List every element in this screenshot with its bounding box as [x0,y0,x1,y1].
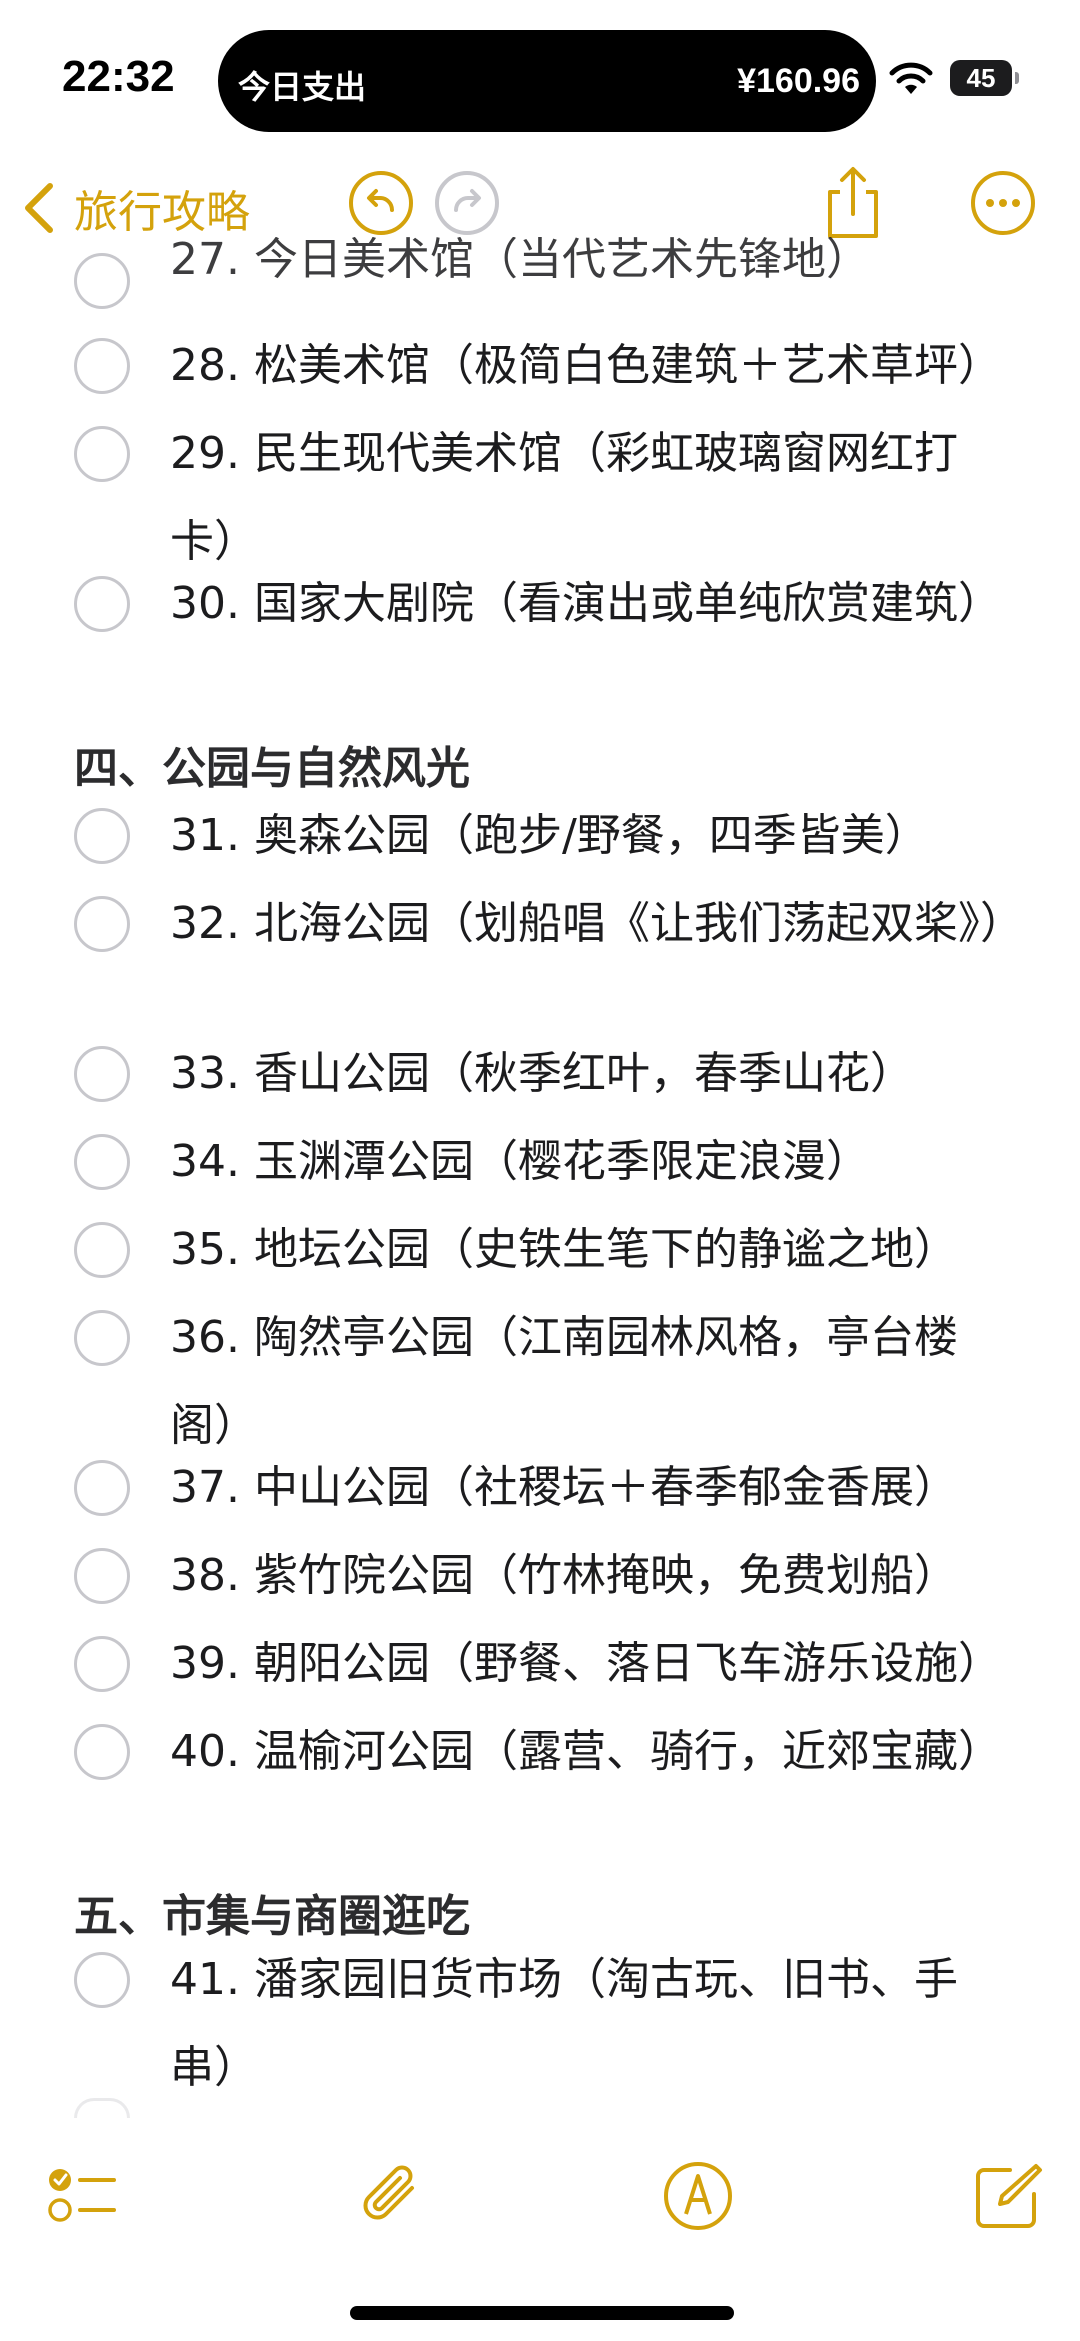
checkbox[interactable] [74,426,130,482]
checkbox[interactable] [74,1952,130,2008]
section-title: 五、市集与商圈逛吃 [74,1891,470,1942]
redo-icon[interactable] [432,168,502,238]
checkbox[interactable] [74,338,130,394]
live-activity-label: 今日支出 [238,68,367,106]
checkbox[interactable] [74,1636,130,1692]
item-label: 39. 朝阳公园（野餐、落日飞车游乐设施） [170,1638,1002,1689]
checkbox[interactable] [74,896,130,952]
chevron-left-icon [25,183,53,233]
checkbox[interactable] [74,1046,130,1102]
checklist-icon[interactable] [44,2158,120,2234]
item-label: 40. 温榆河公园（露营、骑行，近郊宝藏） [170,1726,1002,1777]
markup-icon[interactable] [660,2158,736,2234]
compose-icon[interactable] [970,2158,1046,2234]
back-button[interactable]: 旅行攻略 [20,176,250,240]
bottom-toolbar [0,2090,1080,2341]
checkbox[interactable] [74,1310,130,1366]
item-label: 32. 北海公园（划船唱《让我们荡起双桨》） [170,898,1024,949]
checkbox[interactable] [74,1222,130,1278]
checkbox[interactable] [74,576,130,632]
item-label: 31. 奥森公园（跑步/野餐，四季皆美） [170,810,929,861]
item-label: 30. 国家大剧院（看演出或单纯欣赏建筑） [170,578,1002,629]
checkbox[interactable] [74,1134,130,1190]
item-label: 28. 松美术馆（极简白色建筑＋艺术草坪） [170,340,1002,391]
checkbox[interactable] [74,253,130,309]
item-label: 33. 香山公园（秋季红叶，春季山花） [170,1048,914,1099]
home-indicator[interactable] [350,2306,734,2320]
item-label: 38. 紫竹院公园（竹林掩映，免费划船） [170,1550,958,1601]
status-time: 22:32 [62,52,175,101]
share-icon[interactable] [818,164,888,242]
item-label: 35. 地坛公园（史铁生笔下的静谧之地） [170,1224,958,1275]
undo-icon[interactable] [346,168,416,238]
back-label: 旅行攻略 [74,187,250,238]
checkbox[interactable] [74,1724,130,1780]
section-title: 四、公园与自然风光 [74,743,470,794]
item-label: 34. 玉渊潭公园（樱花季限定浪漫） [170,1136,870,1187]
item-label: 37. 中山公园（社稷坛＋春季郁金香展） [170,1462,958,1513]
checkbox[interactable] [74,1460,130,1516]
wifi-icon [889,62,933,94]
checkbox[interactable] [74,808,130,864]
checkbox[interactable] [74,1548,130,1604]
battery-indicator: 45 [950,60,1019,96]
live-activity-amount: ¥160.96 [737,62,860,100]
more-icon[interactable] [968,168,1038,238]
attachment-icon[interactable] [354,2158,430,2234]
item-label: 41. 潘家园旧货市场（淘古玩、旧书、手串） [170,1954,958,2093]
item-label: 27. 今日美术馆（当代艺术先锋地） [170,237,870,285]
